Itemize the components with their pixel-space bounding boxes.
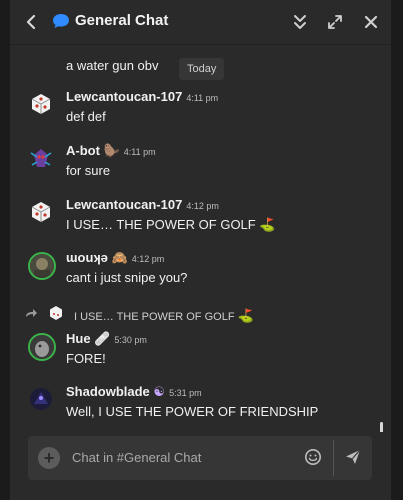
reply-text: I USE… THE POWER OF GOLF ⛳ [74, 308, 254, 323]
see-no-evil-emoji: 🙈 [111, 250, 128, 265]
timestamp: 4:12 pm [186, 201, 219, 211]
message-text: I USE… THE POWER OF GOLF ⛳ [66, 217, 276, 232]
message-item: ɯouʞǝ 🙈 4:12 pm cant i just snipe you? [10, 248, 380, 292]
timestamp: 4:12 pm [131, 254, 165, 264]
reply-arrow-icon [26, 309, 37, 317]
expand-icon[interactable] [326, 13, 344, 31]
username[interactable]: A-bot 🦫 4:11 pm [66, 143, 156, 159]
bandage-emoji: 🩹 [94, 331, 111, 346]
emoji-picker-icon[interactable] [304, 448, 322, 466]
message-item: A-bot 🦫 4:11 pm for sure [10, 141, 380, 185]
message-item: Lewcantoucan-107 4:12 pm I USE… THE POWER… [10, 195, 380, 239]
reply-reference[interactable]: I USE… THE POWER OF GOLF ⛳ [24, 305, 384, 325]
date-chip: Today [179, 58, 225, 80]
message-text: Well, I USE THE POWER OF FRIENDSHIP [66, 404, 319, 419]
message-item: a water gun obv Today [10, 52, 380, 82]
message-item: Shadowblade ☯ 5:31 pm Well, I USE THE POW… [10, 382, 380, 426]
composer-divider [333, 440, 334, 476]
send-icon[interactable] [344, 448, 362, 466]
dark-avatar[interactable] [28, 386, 54, 412]
page-title: General Chat [75, 12, 169, 29]
chat-input-placeholder[interactable]: Chat in #General Chat [72, 450, 201, 465]
chat-bubble-icon [53, 14, 69, 28]
dice-avatar-small [50, 306, 62, 320]
message-text: a water gun obv [66, 58, 159, 73]
close-icon[interactable] [362, 13, 380, 31]
chat-panel: General Chat a water gun obv Today Lewca… [10, 0, 391, 500]
message-text: cant i just snipe you? [66, 270, 188, 285]
timestamp: 5:31 pm [169, 388, 202, 398]
back-icon[interactable] [24, 13, 38, 31]
chat-header: General Chat [10, 0, 391, 45]
message-item: Hue 🩹 5:30 pm FORE! [10, 329, 380, 373]
robot-avatar[interactable] [28, 145, 54, 171]
dice-avatar[interactable] [28, 91, 54, 117]
message-item: Lewcantoucan-107 4:11 pm def def [10, 87, 380, 131]
dice-avatar[interactable] [28, 199, 54, 225]
golf-emoji: ⛳ [259, 217, 276, 232]
timestamp: 4:11 pm [186, 93, 219, 103]
username[interactable]: ɯouʞǝ 🙈 4:12 pm [66, 250, 164, 266]
beaver-emoji: 🦫 [103, 143, 120, 158]
username[interactable]: Lewcantoucan-107 4:11 pm [66, 89, 218, 104]
golf-emoji: ⛳ [237, 308, 254, 323]
composer-area: + Chat in #General Chat [10, 432, 391, 500]
collapse-icon[interactable] [291, 13, 309, 31]
add-attachment-button[interactable]: + [38, 447, 60, 469]
timestamp: 4:11 pm [123, 147, 156, 157]
message-text: FORE! [66, 351, 106, 366]
username[interactable]: Hue 🩹 5:30 pm [66, 331, 147, 347]
message-text: def def [66, 109, 106, 124]
username[interactable]: Lewcantoucan-107 4:12 pm [66, 197, 219, 212]
timestamp: 5:30 pm [114, 335, 147, 345]
yin-yang-emoji: ☯ [153, 384, 166, 399]
chat-input[interactable]: + Chat in #General Chat [28, 436, 372, 480]
grey-avatar[interactable] [28, 333, 56, 361]
message-text: for sure [66, 163, 111, 178]
username[interactable]: Shadowblade ☯ 5:31 pm [66, 384, 202, 400]
message-list: a water gun obv Today Lewcantoucan-107 4:… [10, 44, 391, 468]
photo-avatar[interactable] [28, 252, 56, 280]
